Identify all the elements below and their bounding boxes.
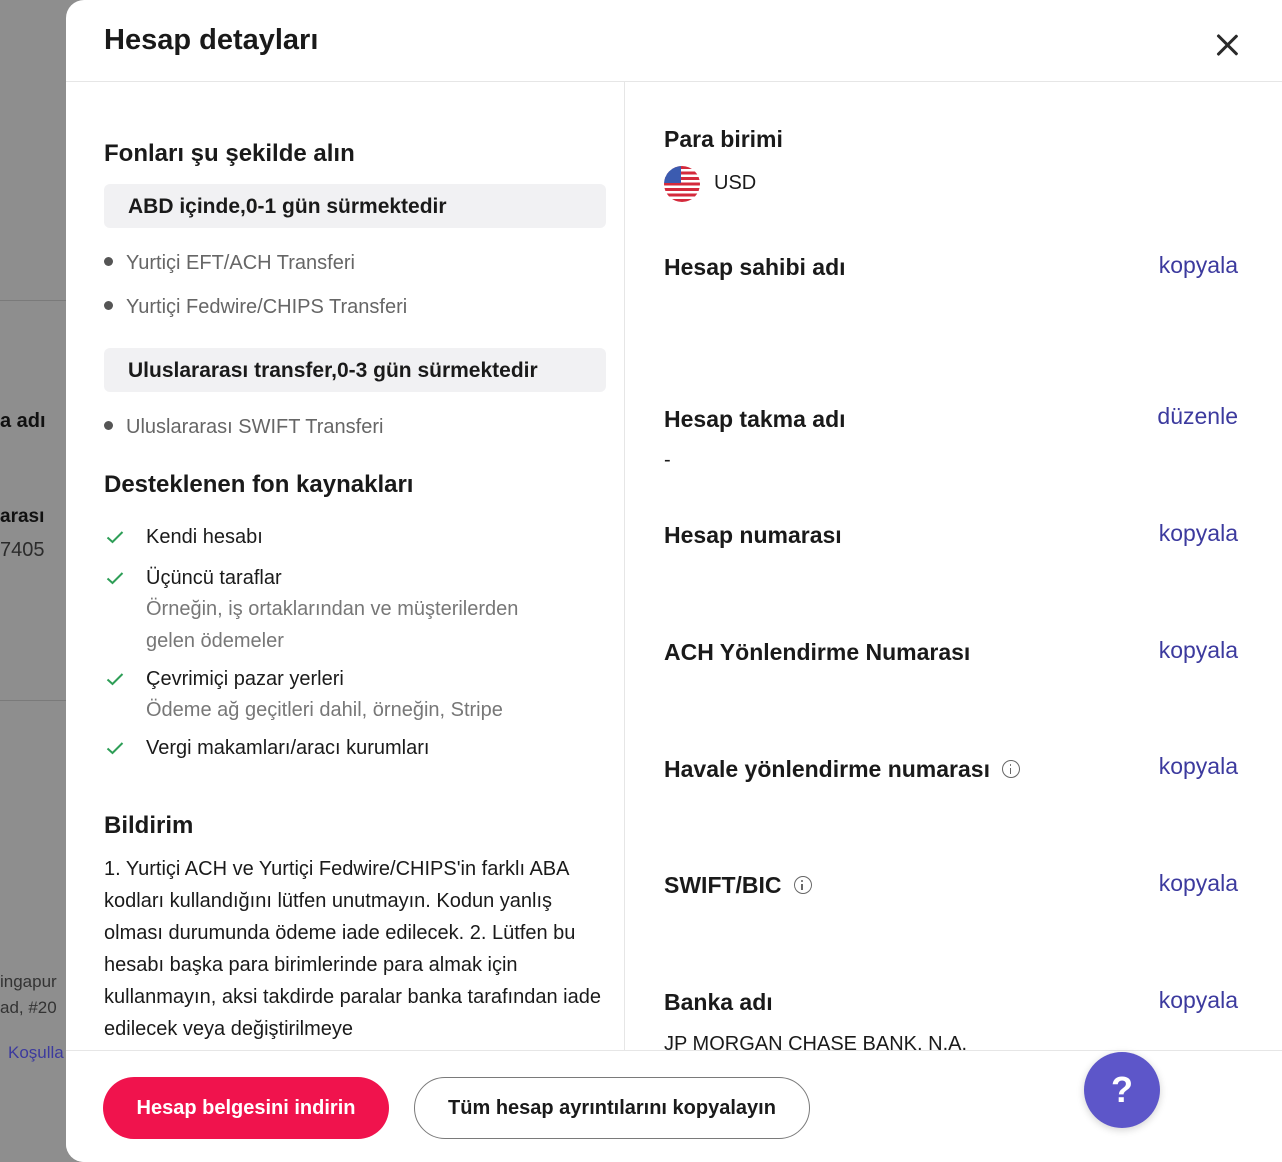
- funding-info-panel: Fonları şu şekilde alın ABD içinde,0-1 g…: [104, 82, 608, 1050]
- bullet-icon: [104, 257, 113, 267]
- method-item: Yurtiçi Fedwire/CHIPS Transferi: [104, 296, 407, 319]
- help-button[interactable]: ?: [1084, 1052, 1160, 1128]
- info-icon[interactable]: [793, 875, 812, 894]
- field-label-bank-name: Banka adı: [664, 989, 773, 1015]
- info-icon[interactable]: [1001, 759, 1020, 778]
- background-label: arası: [0, 506, 45, 527]
- field-value-nickname: -: [664, 449, 671, 471]
- notice-text: 1. Yurtiçi ACH ve Yurtiçi Fedwire/CHIPS'…: [104, 858, 601, 1040]
- account-details-modal: Hesap detayları Fonları şu şekilde alın …: [66, 0, 1282, 1162]
- domestic-transfer-label: ABD içinde,0-1 gün sürmektedir: [128, 195, 447, 218]
- copy-all-details-button[interactable]: Tüm hesap ayrıntılarını kopyalayın: [414, 1077, 810, 1139]
- modal-header: Hesap detayları: [66, 0, 1282, 82]
- source-title: Kendi hesabı: [146, 526, 263, 548]
- copy-swift-button[interactable]: kopyala: [1159, 870, 1238, 897]
- notice-heading: Bildirim: [104, 812, 194, 839]
- checkmark-icon: [106, 531, 124, 544]
- checkmark-icon: [106, 742, 124, 755]
- international-transfer-pill: Uluslararası transfer,0-3 gün sürmektedi…: [104, 348, 606, 392]
- method-label: Yurtiçi Fedwire/CHIPS Transferi: [126, 296, 408, 318]
- copy-bank-name-button[interactable]: kopyala: [1159, 987, 1238, 1014]
- method-item: Uluslararası SWIFT Transferi: [104, 416, 383, 439]
- checkmark-icon: [106, 572, 124, 585]
- source-title: Üçüncü taraflar: [146, 567, 282, 589]
- field-label-account-number: Hesap numarası: [664, 522, 842, 548]
- download-account-document-button[interactable]: Hesap belgesini indirin: [103, 1077, 389, 1139]
- background-value: 7405: [0, 539, 45, 561]
- wire-routing-label: Havale yönlendirme numarası: [664, 756, 990, 782]
- bullet-icon: [104, 301, 113, 311]
- currency-label: Para birimi: [664, 126, 783, 152]
- checkmark-icon: [106, 673, 124, 686]
- method-label: Yurtiçi EFT/ACH Transferi: [126, 252, 355, 274]
- international-transfer-label: Uluslararası transfer,0-3 gün sürmektedi…: [128, 359, 538, 382]
- copy-account-holder-button[interactable]: kopyala: [1159, 252, 1238, 279]
- source-description: Örneğin, iş ortaklarından ve müşterilerd…: [146, 598, 519, 620]
- method-item: Yurtiçi EFT/ACH Transferi: [104, 252, 355, 275]
- edit-nickname-button[interactable]: düzenle: [1157, 403, 1238, 430]
- domestic-transfer-pill: ABD içinde,0-1 gün sürmektedir: [104, 184, 606, 228]
- source-description: Ödeme ağ geçitleri dahil, örneğin, Strip…: [146, 699, 503, 721]
- background-divider: [0, 300, 70, 301]
- field-label-account-holder: Hesap sahibi adı: [664, 254, 846, 280]
- background-terms-link[interactable]: Koşulla: [8, 1043, 72, 1063]
- supported-sources-heading: Desteklenen fon kaynakları: [104, 471, 414, 498]
- copy-account-number-button[interactable]: kopyala: [1159, 520, 1238, 547]
- background-divider: [0, 700, 70, 701]
- background-text: ingapur: [0, 972, 57, 991]
- receive-funds-heading: Fonları şu şekilde alın: [104, 140, 355, 167]
- bullet-icon: [104, 421, 113, 431]
- field-label-ach-routing: ACH Yönlendirme Numarası: [664, 639, 971, 665]
- field-label-swift: SWIFT/BIC: [664, 872, 812, 899]
- currency-value: USD: [714, 172, 757, 194]
- source-description: gelen ödemeler: [146, 630, 284, 652]
- account-fields-panel: Para birimi USD Hesap sahibi adı kopyala…: [664, 82, 1242, 1050]
- column-divider: [624, 82, 625, 1052]
- background-text: ad, #20: [0, 998, 57, 1017]
- modal-title: Hesap detayları: [104, 24, 319, 56]
- background-label: a adı: [0, 410, 46, 432]
- field-label-nickname: Hesap takma adı: [664, 406, 846, 432]
- copy-wire-routing-button[interactable]: kopyala: [1159, 753, 1238, 780]
- field-value-bank-name: JP MORGAN CHASE BANK, N.A.: [664, 1033, 968, 1050]
- us-flag-icon: [664, 166, 700, 202]
- copy-ach-routing-button[interactable]: kopyala: [1159, 637, 1238, 664]
- source-title: Vergi makamları/aracı kurumları: [146, 737, 430, 759]
- swift-label: SWIFT/BIC: [664, 872, 782, 898]
- method-label: Uluslararası SWIFT Transferi: [126, 416, 384, 438]
- source-title: Çevrimiçi pazar yerleri: [146, 668, 344, 690]
- close-icon[interactable]: [1212, 30, 1242, 60]
- field-label-wire-routing: Havale yönlendirme numarası: [664, 756, 1020, 783]
